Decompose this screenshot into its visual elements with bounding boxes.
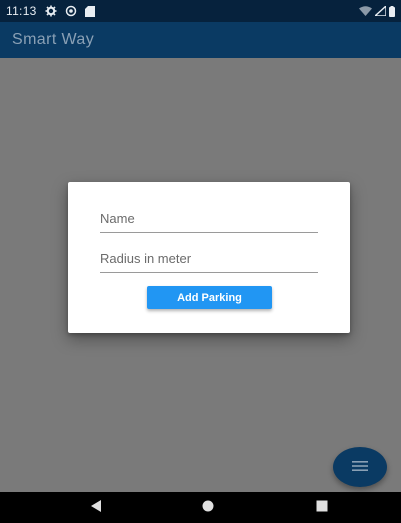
- status-right: [359, 5, 401, 17]
- navigation-bar: [0, 492, 401, 523]
- name-input[interactable]: [100, 204, 318, 232]
- settings-icon: [45, 5, 57, 17]
- add-parking-button[interactable]: Add Parking: [147, 286, 272, 309]
- app-title: Smart Way: [12, 31, 95, 48]
- wifi-icon: [359, 6, 372, 16]
- status-time: 11:13: [6, 4, 37, 18]
- sync-icon: [65, 5, 77, 17]
- name-field-container: [100, 204, 318, 233]
- back-icon: [90, 499, 102, 517]
- app-bar: Smart Way: [0, 22, 401, 58]
- add-parking-dialog: Add Parking: [68, 182, 350, 333]
- menu-lines-icon: [352, 458, 368, 476]
- home-icon: [202, 499, 214, 517]
- battery-icon: [389, 5, 395, 17]
- sd-card-icon: [84, 5, 95, 17]
- nav-home-button[interactable]: [188, 492, 228, 523]
- status-left: 11:13: [0, 4, 95, 18]
- nav-back-button[interactable]: [76, 492, 116, 523]
- signal-icon: [375, 6, 386, 16]
- radius-input[interactable]: [100, 244, 318, 272]
- radius-field-container: [100, 244, 318, 273]
- status-bar: 11:13: [0, 0, 401, 22]
- recents-icon: [316, 499, 328, 517]
- fab-button[interactable]: [333, 447, 387, 487]
- nav-recents-button[interactable]: [302, 492, 342, 523]
